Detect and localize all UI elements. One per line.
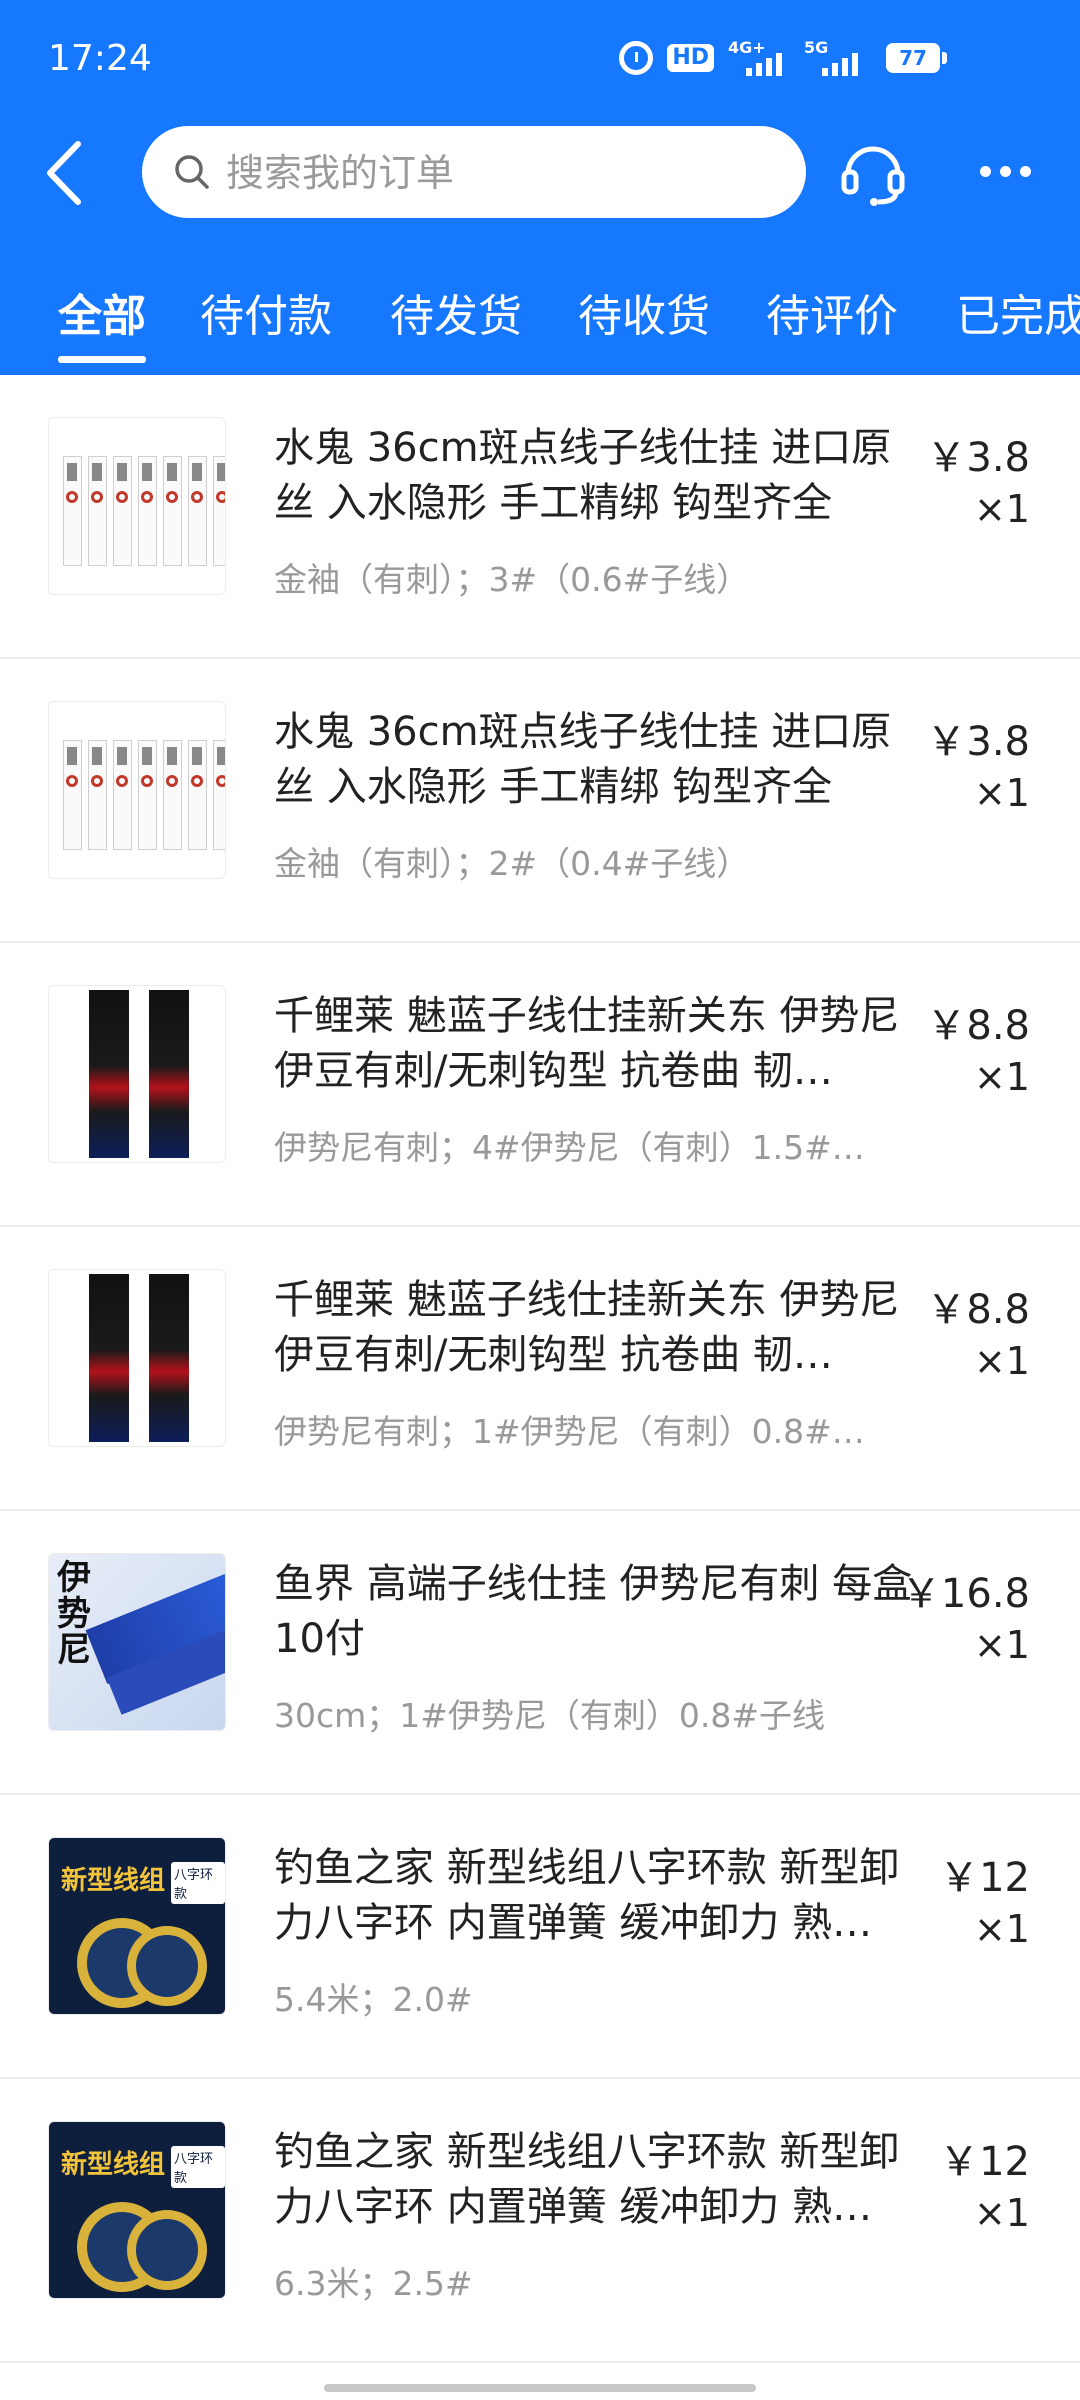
order-item[interactable]: 水鬼 36cm斑点线子线仕挂 进口原丝 入水隐形 手工精绑 钩型齐全 金袖（有刺… (0, 659, 1080, 943)
thumbnail-brand-text: 新型线组 (61, 2150, 166, 2180)
product-price: ￥8.8 (926, 1287, 1030, 1333)
product-spec: 30cm；1#伊势尼（有刺）0.8#子线 (274, 1696, 826, 1735)
tab-pending-payment[interactable]: 待付款 (200, 280, 332, 344)
signal-5g-icon: 5G (804, 40, 866, 76)
order-list: 水鬼 36cm斑点线子线仕挂 进口原丝 入水隐形 手工精绑 钩型齐全 金袖（有刺… (0, 375, 1080, 2363)
product-quantity: ×1 (973, 1339, 1030, 1383)
product-quantity: ×1 (973, 1623, 1030, 1667)
tab-pending-shipment[interactable]: 待发货 (390, 280, 522, 344)
home-indicator[interactable] (324, 2384, 756, 2392)
active-tab-indicator (58, 356, 146, 363)
more-options-button[interactable] (966, 146, 1046, 196)
product-title[interactable]: 千鲤莱 魅蓝子线仕挂新关东 伊势尼 伊豆有刺/无刺钩型 抗卷曲 韧… (274, 1273, 914, 1383)
product-title[interactable]: 千鲤莱 魅蓝子线仕挂新关东 伊势尼 伊豆有刺/无刺钩型 抗卷曲 韧… (274, 989, 914, 1099)
thumbnail-tag-text: 八字环款 (171, 1862, 225, 1904)
tab-pending-receipt[interactable]: 待收货 (578, 280, 710, 344)
product-quantity: ×1 (973, 771, 1030, 815)
product-thumbnail[interactable]: 新型线组 八字环款 (48, 1837, 226, 2015)
product-thumbnail[interactable] (48, 985, 226, 1163)
product-thumbnail[interactable] (48, 417, 226, 595)
product-quantity: ×1 (973, 487, 1030, 531)
thumbnail-tag-text: 八字环款 (171, 2146, 225, 2188)
search-input[interactable] (224, 126, 788, 220)
order-tabs: 全部 待付款 待发货 待收货 待评价 已完成 (0, 270, 1080, 375)
more-dot-icon (980, 166, 991, 177)
hd-icon: HD (667, 44, 714, 72)
search-icon (175, 155, 209, 189)
product-title[interactable]: 水鬼 36cm斑点线子线仕挂 进口原丝 入水隐形 手工精绑 钩型齐全 (274, 421, 914, 531)
product-spec: 伊势尼有刺；1#伊势尼（有刺）0.8#… (274, 1412, 865, 1451)
more-dot-icon (1000, 166, 1011, 177)
order-item[interactable]: 千鲤莱 魅蓝子线仕挂新关东 伊势尼 伊豆有刺/无刺钩型 抗卷曲 韧… 伊势尼有刺… (0, 943, 1080, 1227)
order-item[interactable]: 千鲤莱 魅蓝子线仕挂新关东 伊势尼 伊豆有刺/无刺钩型 抗卷曲 韧… 伊势尼有刺… (0, 1227, 1080, 1511)
product-quantity: ×1 (973, 1055, 1030, 1099)
chevron-left-icon (47, 141, 81, 205)
status-icons: HD 4G+ 5G 77 (619, 40, 947, 76)
tab-pending-review[interactable]: 待评价 (766, 280, 898, 344)
more-dot-icon (1020, 166, 1031, 177)
status-time: 17:24 (48, 38, 152, 79)
thumbnail-brand-text: 伊势尼 (57, 1558, 91, 1670)
order-item[interactable]: 新型线组 八字环款 钓鱼之家 新型线组八字环款 新型卸力八字环 内置弹簧 缓冲卸… (0, 1795, 1080, 2079)
product-quantity: ×1 (973, 1907, 1030, 1951)
order-item[interactable]: 水鬼 36cm斑点线子线仕挂 进口原丝 入水隐形 手工精绑 钩型齐全 金袖（有刺… (0, 375, 1080, 659)
product-spec: 金袖（有刺）；3#（0.6#子线） (274, 560, 750, 599)
product-spec: 金袖（有刺）；2#（0.4#子线） (274, 844, 750, 883)
tab-completed[interactable]: 已完成 (956, 280, 1080, 344)
order-item[interactable]: 新型线组 八字环款 钓鱼之家 新型线组八字环款 新型卸力八字环 内置弹簧 缓冲卸… (0, 2079, 1080, 2363)
product-price: ￥12 (939, 1855, 1030, 1901)
product-quantity: ×1 (973, 2191, 1030, 2235)
product-price: ￥3.8 (926, 719, 1030, 765)
order-item[interactable]: 伊势尼 鱼界 高端子线仕挂 伊势尼有刺 每盒10付 30cm；1#伊势尼（有刺）… (0, 1511, 1080, 1795)
alarm-icon (619, 41, 654, 75)
back-button[interactable] (38, 138, 98, 208)
headset-icon (841, 146, 905, 206)
product-thumbnail[interactable]: 伊势尼 (48, 1553, 226, 1731)
product-price: ￥3.8 (926, 435, 1030, 481)
product-price: ￥8.8 (926, 1003, 1030, 1049)
product-thumbnail[interactable]: 新型线组 八字环款 (48, 2121, 226, 2299)
product-price: ￥16.8 (900, 1571, 1030, 1617)
battery-icon: 77 (886, 43, 947, 73)
customer-service-button[interactable] (838, 134, 908, 210)
thumbnail-brand-text: 新型线组 (61, 1866, 166, 1896)
product-price: ￥12 (939, 2139, 1030, 2185)
product-spec: 6.3米；2.5# (274, 2264, 473, 2303)
signal-4g-icon: 4G+ (728, 40, 790, 76)
product-title[interactable]: 钓鱼之家 新型线组八字环款 新型卸力八字环 内置弹簧 缓冲卸力 熟… (274, 2125, 914, 2235)
product-title[interactable]: 钓鱼之家 新型线组八字环款 新型卸力八字环 内置弹簧 缓冲卸力 熟… (274, 1841, 914, 1951)
product-title[interactable]: 水鬼 36cm斑点线子线仕挂 进口原丝 入水隐形 手工精绑 钩型齐全 (274, 705, 914, 815)
product-thumbnail[interactable] (48, 1269, 226, 1447)
search-box[interactable] (142, 126, 806, 220)
status-bar: 17:24 HD 4G+ 5G 77 (0, 0, 1080, 120)
product-title[interactable]: 鱼界 高端子线仕挂 伊势尼有刺 每盒10付 (274, 1557, 914, 1667)
product-spec: 伊势尼有刺；4#伊势尼（有刺）1.5#… (274, 1128, 865, 1167)
product-thumbnail[interactable] (48, 701, 226, 879)
tab-all[interactable]: 全部 (58, 280, 146, 344)
product-spec: 5.4米；2.0# (274, 1980, 473, 2019)
header-bar: 17:24 HD 4G+ 5G 77 搜索我的订单 全部 待付款 待发货 待收货… (0, 0, 1080, 375)
